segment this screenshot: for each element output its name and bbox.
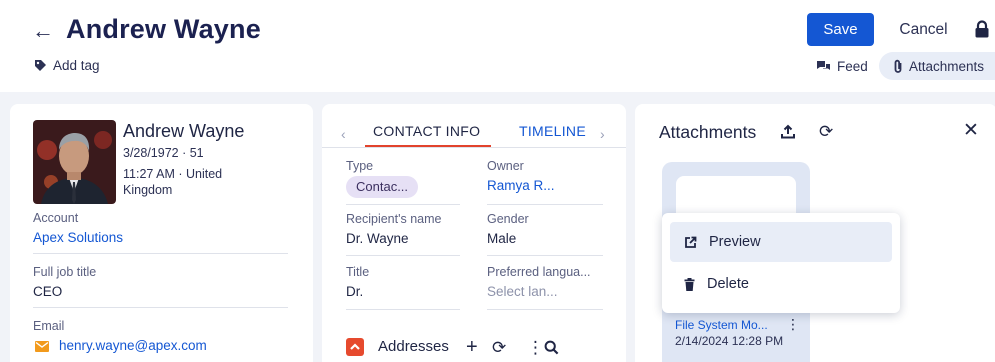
email-label: Email [33, 319, 65, 333]
back-arrow-icon[interactable]: ← [32, 18, 54, 44]
refresh-icon[interactable]: ⟳ [819, 123, 833, 141]
cancel-button[interactable]: Cancel [886, 13, 961, 46]
trash-icon [684, 277, 695, 291]
record-header: ← Andrew Wayne Add tag Save Cancel Feed … [0, 0, 995, 92]
close-icon[interactable]: ✕ [963, 121, 979, 140]
gender-value: Male [487, 231, 517, 246]
owner-link[interactable]: Ramya R... [487, 178, 555, 193]
contact-name: Andrew Wayne [123, 121, 245, 141]
owner-label: Owner [487, 159, 524, 173]
open-external-icon [685, 236, 697, 248]
title-value: Dr. [346, 284, 364, 299]
refresh-icon[interactable]: ⟳ [492, 339, 506, 357]
preferred-language-label: Preferred langua... [487, 265, 591, 279]
contact-country: Kingdom [123, 183, 173, 197]
contact-birthdate: 3/28/1972 · 51 [123, 146, 204, 160]
attachments-tab[interactable]: Attachments [879, 52, 995, 80]
job-title-label: Full job title [33, 265, 97, 279]
divider [33, 307, 288, 308]
account-label: Account [33, 211, 79, 225]
menu-item-preview-label: Preview [709, 234, 761, 250]
divider [487, 204, 603, 205]
add-tag-button[interactable]: Add tag [34, 58, 100, 73]
divider [487, 255, 603, 256]
type-label: Type [346, 159, 374, 173]
feed-label: Feed [837, 58, 868, 74]
contact-local-time: 11:27 AM · United [123, 167, 223, 181]
add-icon[interactable]: + [466, 337, 478, 357]
contact-summary-card: Andrew Wayne 3/28/1972 · 51 11:27 AM · U… [10, 104, 313, 362]
title-label: Title [346, 265, 370, 279]
add-tag-label: Add tag [53, 58, 100, 73]
envelope-icon [35, 341, 49, 352]
attachments-tab-label: Attachments [909, 58, 985, 74]
divider [487, 309, 603, 310]
divider [346, 255, 460, 256]
page-title: Andrew Wayne [66, 14, 261, 44]
file-date: 2/14/2024 12:28 PM [675, 334, 784, 348]
file-name-link[interactable]: File System Mo... [675, 318, 768, 332]
divider [33, 253, 288, 254]
recipient-name-label: Recipient's name [346, 212, 442, 226]
type-pill[interactable]: Contac... [346, 176, 419, 198]
search-icon[interactable] [544, 340, 559, 355]
recipient-name-value: Dr. Wayne [346, 231, 409, 246]
addresses-label: Addresses [378, 338, 449, 355]
gender-label: Gender [487, 212, 529, 226]
account-link[interactable]: Apex Solutions [33, 230, 123, 245]
job-title-value: CEO [33, 284, 63, 299]
save-button[interactable]: Save [807, 13, 874, 46]
attachments-title: Attachments [659, 122, 757, 142]
paperclip-icon [894, 59, 902, 73]
more-vertical-icon[interactable]: ⋮ [527, 339, 544, 357]
divider [346, 204, 460, 205]
email-link[interactable]: henry.wayne@apex.com [59, 338, 207, 353]
contact-info-card: ‹ CONTACT INFO TIMELINE › Type Contac...… [322, 104, 626, 362]
avatar [33, 120, 116, 204]
tab-divider [322, 147, 626, 148]
tab-contact-info[interactable]: CONTACT INFO [373, 123, 480, 139]
menu-item-delete[interactable]: Delete [670, 264, 892, 304]
attachment-context-menu: Preview Delete [662, 213, 900, 313]
feed-button[interactable]: Feed [806, 52, 878, 80]
tab-timeline[interactable]: TIMELINE [519, 123, 586, 139]
chat-bubbles-icon [817, 60, 830, 70]
preferred-language-select[interactable]: Select lan... [487, 284, 558, 299]
chevron-up-icon[interactable] [346, 338, 364, 356]
lock-icon [975, 20, 989, 38]
chevron-left-icon[interactable]: ‹ [341, 126, 346, 142]
menu-item-delete-label: Delete [707, 276, 749, 292]
upload-icon[interactable] [781, 124, 795, 139]
menu-item-preview[interactable]: Preview [670, 222, 892, 262]
file-more-icon[interactable]: ⋮ [786, 316, 800, 333]
tag-icon [35, 60, 46, 71]
divider [346, 309, 460, 310]
chevron-right-icon[interactable]: › [600, 126, 605, 142]
